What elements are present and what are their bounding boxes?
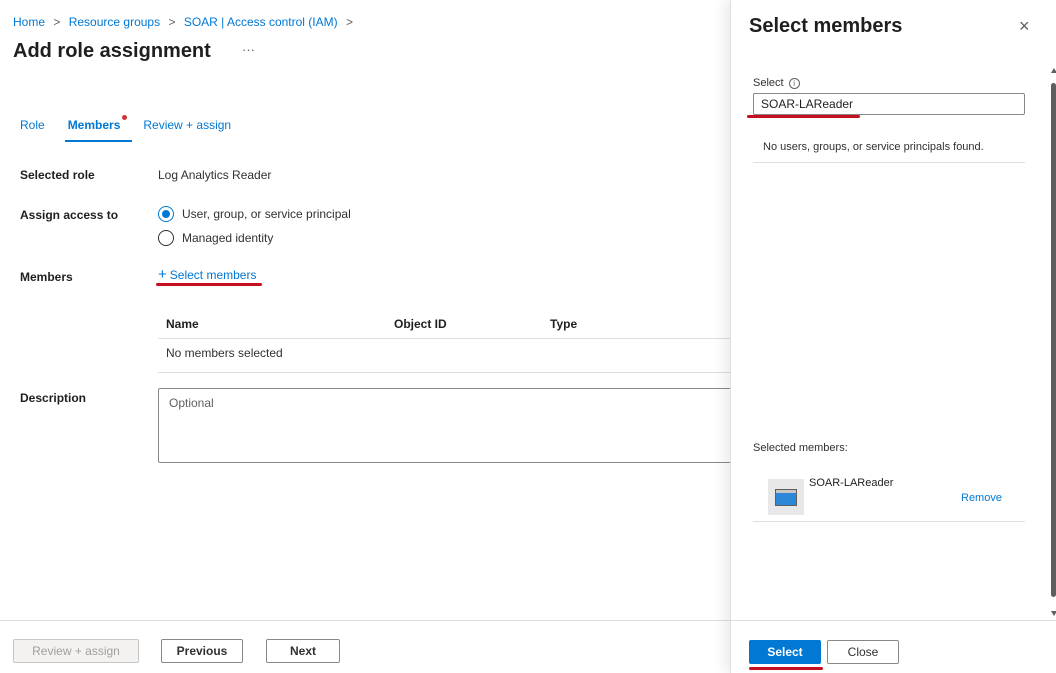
table-header: Name Object ID Type <box>158 307 730 339</box>
radio-checked-icon[interactable] <box>158 206 174 222</box>
breadcrumb-separator: > <box>168 15 176 29</box>
page-title: Add role assignment <box>13 40 211 62</box>
panel-scrollbar[interactable] <box>1049 68 1056 616</box>
selected-role-label: Selected role <box>20 168 95 182</box>
selected-role-value: Log Analytics Reader <box>158 168 272 182</box>
selected-member-name: SOAR-LAReader <box>809 477 894 489</box>
more-icon[interactable]: ··· <box>242 42 255 57</box>
highlight-underline <box>749 667 823 670</box>
app-registration-icon <box>768 479 804 515</box>
highlight-underline <box>156 283 262 286</box>
column-object-id: Object ID <box>394 317 447 331</box>
tab-bar: Role Members Review + assign <box>20 115 254 144</box>
select-members-link[interactable]: + Select members <box>158 266 256 283</box>
remove-member-link[interactable]: Remove <box>961 492 1002 504</box>
radio-unchecked-icon[interactable] <box>158 230 174 246</box>
panel-title: Select members <box>749 15 903 37</box>
column-name: Name <box>166 317 199 331</box>
selected-member-item: SOAR-LAReader Remove <box>753 470 1025 522</box>
plus-icon: + <box>158 266 167 283</box>
tab-review-assign[interactable]: Review + assign <box>143 118 231 142</box>
panel-footer: Select Close <box>731 620 1056 673</box>
tab-role-label: Role <box>20 118 45 132</box>
window-glyph <box>775 488 797 506</box>
previous-button[interactable]: Previous <box>161 639 243 663</box>
review-assign-button[interactable]: Review + assign <box>13 639 139 663</box>
column-type: Type <box>550 317 578 331</box>
breadcrumb-access-control[interactable]: SOAR | Access control (IAM) <box>184 15 338 29</box>
description-textarea[interactable]: Optional <box>158 388 738 463</box>
select-button[interactable]: Select <box>749 640 821 664</box>
tab-role[interactable]: Role <box>20 118 45 142</box>
select-field-label-text: Select <box>753 77 784 89</box>
radio-managed-identity[interactable]: Managed identity <box>158 230 273 246</box>
close-button[interactable]: Close <box>827 640 899 664</box>
selected-members-label: Selected members: <box>753 442 848 454</box>
select-members-panel: Select members × Selecti No users, group… <box>730 0 1056 673</box>
members-label: Members <box>20 270 73 284</box>
scroll-thumb[interactable] <box>1051 83 1056 597</box>
info-icon[interactable]: i <box>788 77 800 89</box>
members-table: Name Object ID Type No members selected <box>158 307 730 373</box>
select-members-link-label: Select members <box>169 268 257 282</box>
breadcrumb: Home > Resource groups > SOAR | Access c… <box>13 15 358 29</box>
description-label: Description <box>20 391 87 405</box>
select-field-label: Select i <box>753 77 800 89</box>
no-results-message: No users, groups, or service principals … <box>753 133 1025 163</box>
radio-managed-identity-label: Managed identity <box>182 231 274 245</box>
tab-members-label: Members <box>67 118 121 132</box>
next-button[interactable]: Next <box>266 639 340 663</box>
breadcrumb-separator: > <box>345 15 353 29</box>
tab-members[interactable]: Members <box>64 115 132 142</box>
breadcrumb-resource-groups[interactable]: Resource groups <box>69 15 160 29</box>
highlight-underline <box>747 115 860 118</box>
breadcrumb-home[interactable]: Home <box>13 15 45 29</box>
breadcrumb-separator: > <box>53 15 61 29</box>
main-pane: Home > Resource groups > SOAR | Access c… <box>0 0 738 673</box>
table-empty-row: No members selected <box>158 339 730 373</box>
radio-user-group-principal-label: User, group, or service principal <box>182 207 351 221</box>
assign-access-label: Assign access to <box>20 208 119 222</box>
scroll-down-icon[interactable] <box>1051 611 1056 616</box>
member-search-input[interactable] <box>753 93 1025 115</box>
tab-review-assign-label: Review + assign <box>143 118 232 132</box>
close-icon[interactable]: × <box>1019 16 1030 37</box>
required-indicator-dot <box>122 115 128 120</box>
radio-user-group-principal[interactable]: User, group, or service principal <box>158 206 351 222</box>
scroll-up-icon[interactable] <box>1051 68 1056 73</box>
main-footer: Review + assign Previous Next <box>0 620 730 673</box>
